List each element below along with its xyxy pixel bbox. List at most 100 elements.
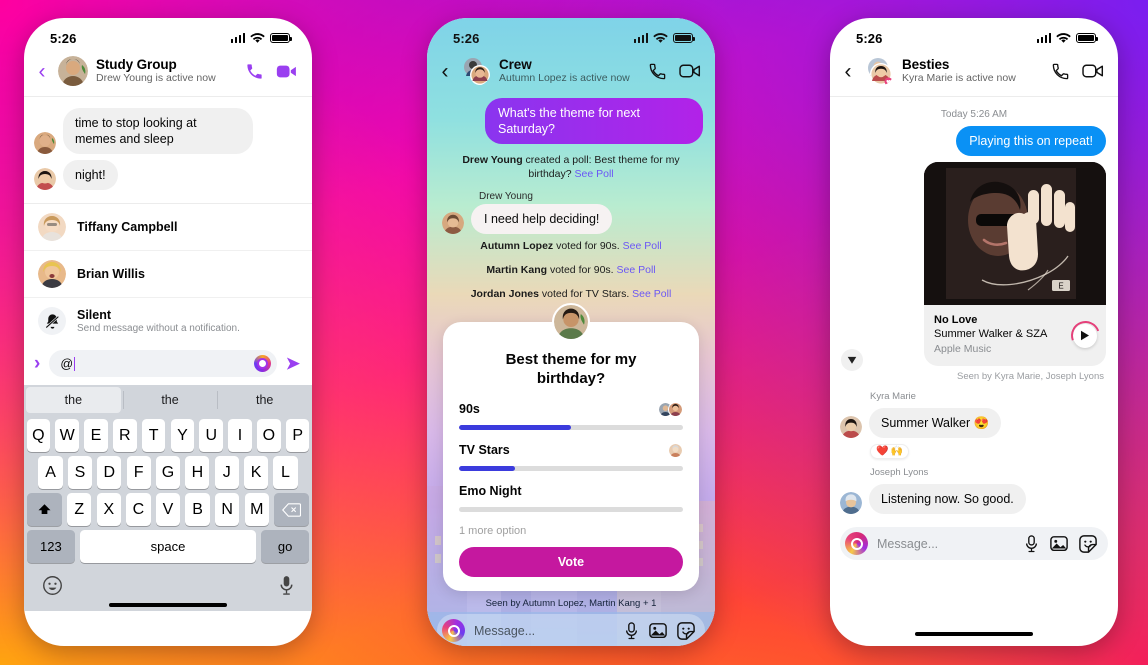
- avatar[interactable]: [34, 132, 56, 154]
- avatar[interactable]: [442, 212, 464, 234]
- chevron-left-icon[interactable]: ‹: [437, 61, 453, 82]
- instagram-camera-icon[interactable]: [442, 619, 465, 642]
- key-n[interactable]: N: [214, 493, 240, 526]
- chevron-left-icon[interactable]: ‹: [840, 61, 856, 82]
- microphone-icon[interactable]: [1024, 534, 1039, 553]
- message-bubble[interactable]: time to stop looking at memes and sleep: [63, 108, 253, 154]
- key-q[interactable]: Q: [26, 419, 51, 452]
- mention-item-brian-willis[interactable]: Brian Willis: [24, 251, 312, 298]
- instagram-camera-icon[interactable]: [253, 355, 271, 372]
- outgoing-message-bubble[interactable]: Playing this on repeat!: [956, 126, 1106, 156]
- composer-2[interactable]: Message...: [437, 614, 705, 646]
- poll-option[interactable]: Emo Night: [459, 481, 683, 512]
- message-input[interactable]: @: [49, 350, 277, 377]
- key-x[interactable]: X: [96, 493, 122, 526]
- emoji-smiley-icon[interactable]: [42, 575, 63, 596]
- avatar[interactable]: [840, 416, 862, 438]
- avatar[interactable]: [58, 56, 88, 86]
- composer-3[interactable]: Message...: [840, 527, 1108, 560]
- see-poll-link[interactable]: See Poll: [632, 288, 671, 300]
- microphone-icon[interactable]: [279, 575, 294, 596]
- mention-suggestion-list: Tiffany Campbell Brian Willis Silent Sen…: [24, 203, 312, 344]
- message-bubble[interactable]: Summer Walker 😍: [869, 408, 1002, 438]
- photo-gallery-icon[interactable]: [649, 622, 667, 639]
- suggestion-chip[interactable]: the: [217, 385, 312, 415]
- chat-header-3: ‹ Besties Kyra Marie is active now: [830, 52, 1118, 97]
- message-reactions[interactable]: ❤️ 🙌: [870, 444, 909, 459]
- chevron-left-icon[interactable]: ‹: [34, 61, 50, 82]
- key-p[interactable]: P: [285, 419, 310, 452]
- microphone-icon[interactable]: [624, 621, 639, 640]
- key-v[interactable]: V: [155, 493, 181, 526]
- key-y[interactable]: Y: [170, 419, 195, 452]
- see-poll-link[interactable]: See Poll: [575, 168, 614, 180]
- key-k[interactable]: K: [244, 456, 269, 489]
- space-key[interactable]: space: [80, 530, 256, 563]
- key-s[interactable]: S: [67, 456, 93, 489]
- key-o[interactable]: O: [257, 419, 281, 452]
- sticker-smiley-icon[interactable]: [1079, 534, 1097, 553]
- key-u[interactable]: U: [199, 419, 224, 452]
- poll-more-options[interactable]: 1 more option: [459, 522, 683, 547]
- key-j[interactable]: J: [214, 456, 239, 489]
- key-c[interactable]: C: [126, 493, 151, 526]
- message-list-1: time to stop looking at memes and sleep …: [24, 97, 312, 193]
- poll-option[interactable]: TV Stars: [459, 440, 683, 471]
- phone-call-icon[interactable]: [245, 62, 264, 81]
- shift-up-icon[interactable]: [26, 493, 62, 526]
- outgoing-message-bubble[interactable]: What's the theme for next Saturday?: [485, 98, 703, 144]
- video-camera-icon[interactable]: [1082, 62, 1104, 80]
- keyboard-row-3: Z X C V B N M: [26, 493, 310, 526]
- photo-gallery-icon[interactable]: [1050, 535, 1068, 552]
- music-share-card[interactable]: E No Love Summer Walker & SZA Apple Musi…: [924, 162, 1106, 366]
- key-b[interactable]: B: [185, 493, 210, 526]
- poll-option-label: Emo Night: [459, 484, 522, 498]
- return-key[interactable]: go: [260, 530, 310, 563]
- backspace-icon[interactable]: [274, 493, 310, 526]
- key-w[interactable]: W: [55, 419, 79, 452]
- see-poll-link[interactable]: See Poll: [623, 240, 662, 252]
- avatar[interactable]: [34, 168, 56, 190]
- key-z[interactable]: Z: [67, 493, 92, 526]
- avatar-group[interactable]: [461, 56, 491, 86]
- chevron-right-icon[interactable]: ›: [34, 354, 40, 373]
- play-triangle-icon[interactable]: [1073, 323, 1097, 348]
- key-a[interactable]: A: [38, 456, 63, 489]
- chevron-down-circle-icon[interactable]: [841, 349, 863, 371]
- message-bubble[interactable]: night!: [63, 160, 118, 190]
- key-g[interactable]: G: [155, 456, 181, 489]
- video-camera-icon[interactable]: [679, 62, 701, 80]
- mention-item-silent[interactable]: Silent Send message without a notificati…: [24, 298, 312, 344]
- key-m[interactable]: M: [244, 493, 269, 526]
- phone-call-icon[interactable]: [1051, 62, 1070, 81]
- numbers-key[interactable]: 123: [26, 530, 76, 563]
- avatar[interactable]: [840, 492, 862, 514]
- send-arrow-icon[interactable]: ➤: [286, 355, 300, 372]
- message-input-placeholder[interactable]: Message...: [877, 537, 1015, 551]
- instagram-camera-icon[interactable]: [845, 532, 868, 555]
- music-metadata: No Love Summer Walker & SZA Apple Music: [924, 305, 1106, 366]
- suggestion-chip[interactable]: the: [122, 385, 218, 415]
- message-input-placeholder[interactable]: Message...: [474, 624, 615, 638]
- key-i[interactable]: I: [228, 419, 252, 452]
- mention-item-tiffany-campbell[interactable]: Tiffany Campbell: [24, 204, 312, 251]
- avatar-group[interactable]: [864, 56, 894, 86]
- key-r[interactable]: R: [112, 419, 137, 452]
- sticker-smiley-icon[interactable]: [677, 621, 695, 640]
- key-f[interactable]: F: [126, 456, 151, 489]
- message-bubble[interactable]: I need help deciding!: [471, 204, 613, 234]
- key-t[interactable]: T: [141, 419, 166, 452]
- key-e[interactable]: E: [84, 419, 108, 452]
- key-h[interactable]: H: [185, 456, 210, 489]
- poll-option[interactable]: 90s: [459, 399, 683, 430]
- vote-button[interactable]: Vote: [459, 547, 683, 577]
- key-d[interactable]: D: [97, 456, 122, 489]
- suggestion-chip[interactable]: the: [26, 387, 121, 413]
- poll-card: Best theme for my birthday? 90s TV Stars: [443, 322, 699, 591]
- see-poll-link[interactable]: See Poll: [617, 264, 656, 276]
- phone-call-icon[interactable]: [648, 62, 667, 81]
- video-camera-icon[interactable]: [276, 62, 298, 81]
- message-bubble[interactable]: Listening now. So good.: [869, 484, 1026, 514]
- key-l[interactable]: L: [273, 456, 298, 489]
- vote-notice: Martin Kang voted for 90s. See Poll: [439, 258, 703, 282]
